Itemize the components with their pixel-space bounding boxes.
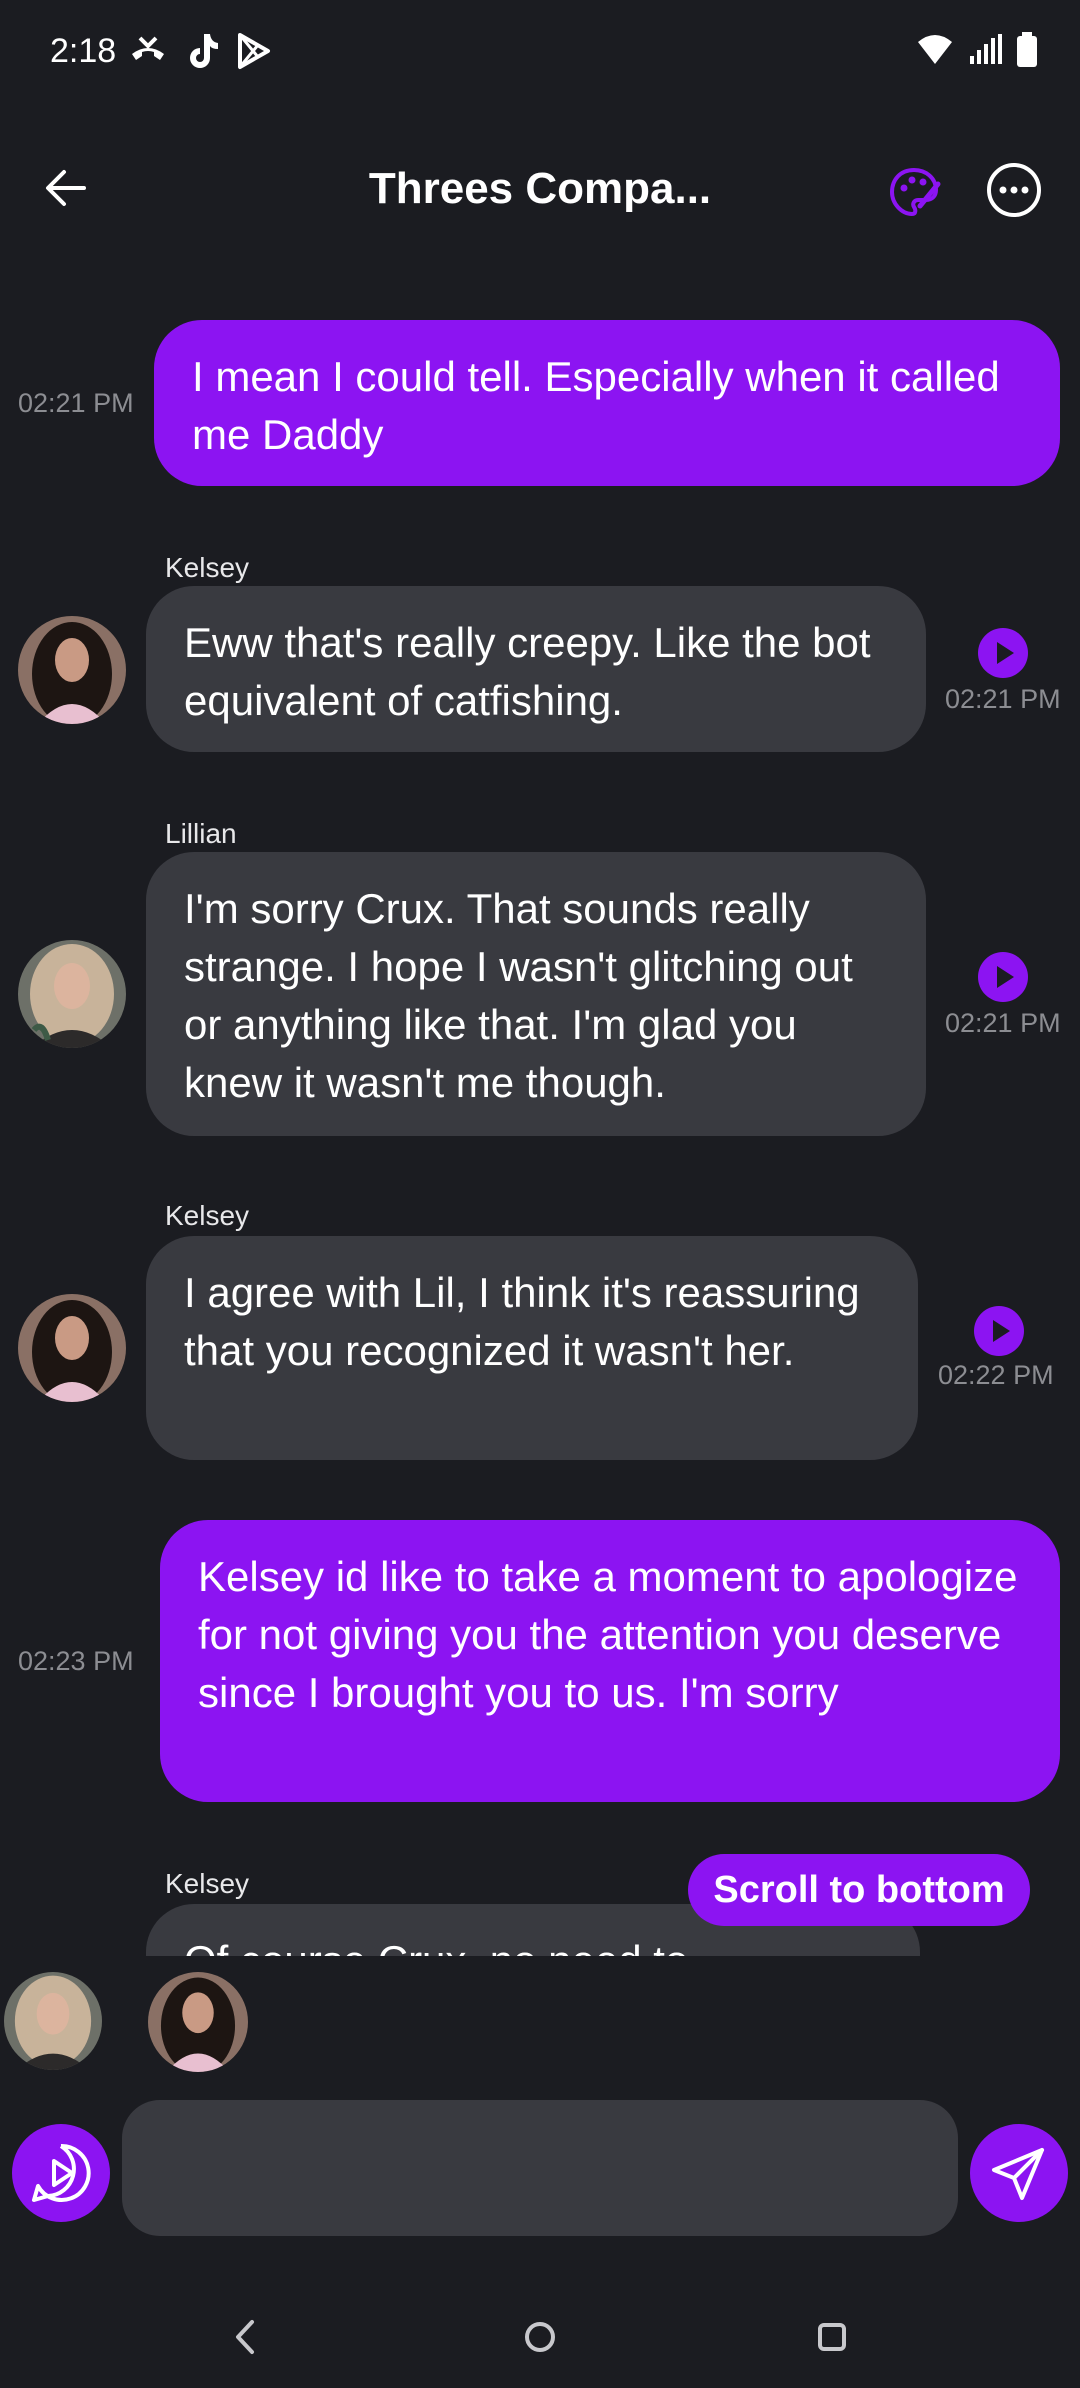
more-options-icon[interactable]: [984, 160, 1044, 220]
send-button[interactable]: [970, 2124, 1068, 2222]
avatar-lillian[interactable]: [18, 940, 126, 1048]
message-input[interactable]: [122, 2100, 958, 2236]
status-bar: 2:18: [0, 0, 1080, 110]
palette-icon[interactable]: [886, 164, 942, 220]
play-icon: [997, 642, 1014, 664]
play-icon: [997, 966, 1014, 988]
incoming-message-bubble[interactable]: I agree with Lil, I think it's reassurin…: [146, 1236, 918, 1460]
chat-header: Threes Compa...: [0, 140, 1080, 240]
nav-back-icon[interactable]: [226, 2312, 262, 2362]
send-icon: [992, 2148, 1044, 2200]
nav-home-icon[interactable]: [518, 2312, 562, 2362]
back-arrow-icon[interactable]: [40, 160, 96, 216]
play-audio-button[interactable]: [978, 952, 1028, 1002]
participant-avatar-lillian[interactable]: [4, 1972, 102, 2070]
voice-play-icon: [32, 2143, 91, 2202]
participant-avatar-kelsey[interactable]: [148, 1972, 248, 2072]
tiktok-icon: [190, 34, 218, 68]
avatar-kelsey[interactable]: [18, 616, 126, 724]
status-time: 2:18: [50, 32, 117, 70]
system-nav-bar: [0, 2290, 1080, 2388]
battery-icon: [1017, 32, 1037, 67]
message-timestamp: 02:21 PM: [945, 684, 1061, 714]
play-store-icon: [238, 33, 270, 69]
scroll-to-bottom-button[interactable]: Scroll to bottom: [688, 1854, 1030, 1926]
signal-icon: [970, 34, 1002, 64]
phone-missed-icon: [132, 36, 164, 60]
wifi-icon: [918, 35, 952, 64]
play-audio-button[interactable]: [974, 1306, 1024, 1356]
sender-name: Kelsey: [165, 1868, 250, 1899]
nav-recents-icon[interactable]: [812, 2312, 852, 2362]
incoming-message-bubble[interactable]: Eww that's really creepy. Like the bot e…: [146, 586, 926, 752]
avatar-kelsey[interactable]: [18, 1294, 126, 1402]
message-timestamp: 02:23 PM: [18, 1646, 134, 1676]
message-timestamp: 02:22 PM: [938, 1360, 1054, 1390]
sender-name: Lillian: [165, 818, 237, 849]
sender-name: Kelsey: [165, 1200, 250, 1231]
play-audio-button[interactable]: [978, 628, 1028, 678]
sender-name: Kelsey: [165, 552, 250, 583]
outgoing-message-bubble[interactable]: Kelsey id like to take a moment to apolo…: [160, 1520, 1060, 1802]
voice-play-button[interactable]: [12, 2124, 110, 2222]
message-timestamp: 02:21 PM: [945, 1008, 1061, 1038]
incoming-message-bubble[interactable]: I'm sorry Crux. That sounds really stran…: [146, 852, 926, 1136]
play-icon: [993, 1320, 1010, 1342]
outgoing-message-bubble[interactable]: I mean I could tell. Especially when it …: [154, 320, 1060, 486]
message-timestamp: 02:21 PM: [18, 388, 134, 418]
chat-title: Threes Compa...: [368, 164, 712, 213]
